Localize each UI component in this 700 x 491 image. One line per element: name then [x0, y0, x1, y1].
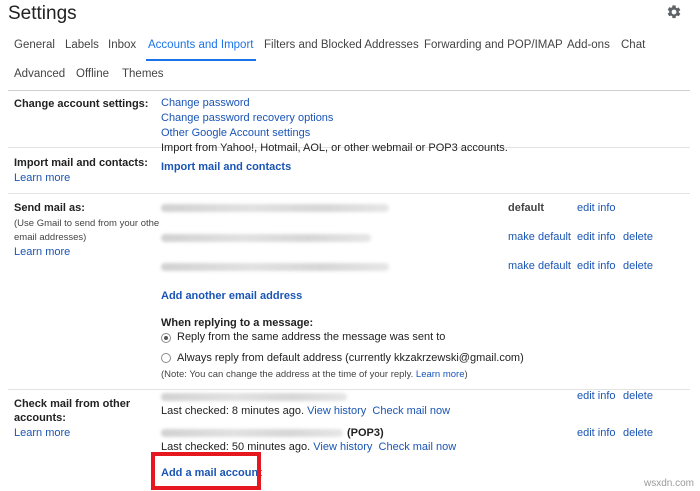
edit-info-link[interactable]: edit info [577, 231, 616, 243]
edit-info-link[interactable]: edit info [577, 390, 616, 402]
import-description: Import from Yahoo!, Hotmail, AOL, or oth… [161, 142, 508, 154]
edit-info-link[interactable]: edit info [577, 427, 616, 439]
reply-note: (Note: You can change the address at the… [161, 369, 468, 380]
view-history-link[interactable]: View history [307, 405, 366, 417]
reply-default-label: Always reply from default address (curre… [177, 352, 524, 364]
redacted-account [161, 393, 347, 401]
check-learn-more-link[interactable]: Learn more [14, 427, 70, 439]
change-password-link[interactable]: Change password [161, 97, 250, 109]
last-checked-text: Last checked: 8 minutes ago. [161, 405, 305, 417]
gear-icon[interactable] [666, 4, 682, 20]
delete-link[interactable]: delete [623, 260, 653, 272]
check-mail-now-link[interactable]: Check mail now [372, 405, 450, 417]
check-mail-now-link[interactable]: Check mail now [379, 441, 457, 453]
send-mail-note-2: email addresses) [14, 232, 87, 243]
import-mail-label: Import mail and contacts: [14, 157, 148, 169]
add-email-address-button[interactable]: Add another email address [161, 290, 302, 302]
edit-info-link[interactable]: edit info [577, 202, 616, 214]
check-mail-label-2: accounts: [14, 412, 66, 424]
pop3-label: (POP3) [347, 427, 384, 439]
delete-link[interactable]: delete [623, 427, 653, 439]
redacted-address [161, 263, 389, 271]
send-learn-more-link[interactable]: Learn more [14, 246, 70, 258]
make-default-link[interactable]: make default [508, 231, 571, 243]
tabs-divider [8, 90, 690, 91]
tab-inbox[interactable]: Inbox [108, 39, 136, 51]
tab-advanced[interactable]: Advanced [14, 68, 65, 80]
redacted-account [161, 429, 343, 437]
tab-chat[interactable]: Chat [621, 39, 645, 51]
reply-learn-more-link[interactable]: Learn more [416, 369, 465, 380]
reply-heading: When replying to a message: [161, 317, 314, 329]
redacted-address [161, 234, 371, 242]
reply-same-radio[interactable] [161, 333, 171, 343]
default-label: default [508, 202, 545, 214]
edit-info-link[interactable]: edit info [577, 260, 616, 272]
make-default-link[interactable]: make default [508, 260, 571, 272]
import-learn-more-link[interactable]: Learn more [14, 172, 70, 184]
send-mail-label: Send mail as: [14, 202, 85, 214]
reply-same-label: Reply from the same address the message … [177, 331, 446, 343]
send-mail-note: (Use Gmail to send from your othe [14, 218, 160, 229]
view-history-link[interactable]: View history [313, 441, 372, 453]
change-account-label: Change account settings: [14, 98, 149, 110]
active-tab-indicator [146, 59, 256, 61]
last-checked-1: Last checked: 8 minutes ago. View histor… [161, 405, 450, 417]
section-divider [8, 193, 690, 194]
other-google-settings-link[interactable]: Other Google Account settings [161, 127, 310, 139]
tab-labels[interactable]: Labels [65, 39, 99, 51]
page-title: Settings [8, 3, 77, 24]
import-mail-button[interactable]: Import mail and contacts [161, 161, 291, 173]
reply-note-end: ) [464, 369, 468, 380]
highlight-box [151, 452, 261, 490]
reply-default-radio[interactable] [161, 353, 171, 363]
watermark: wsxdn.com [643, 478, 694, 489]
tab-offline[interactable]: Offline [76, 68, 109, 80]
tab-forwarding[interactable]: Forwarding and POP/IMAP [424, 39, 563, 51]
reply-note-text: (Note: You can change the address at the… [161, 369, 416, 380]
tab-add-ons[interactable]: Add-ons [567, 39, 610, 51]
change-recovery-link[interactable]: Change password recovery options [161, 112, 333, 124]
tab-accounts-and-import[interactable]: Accounts and Import [148, 39, 253, 51]
redacted-address [161, 204, 389, 212]
delete-link[interactable]: delete [623, 231, 653, 243]
tab-general[interactable]: General [14, 39, 55, 51]
tab-filters[interactable]: Filters and Blocked Addresses [264, 39, 419, 51]
delete-link[interactable]: delete [623, 390, 653, 402]
check-mail-label: Check mail from other [14, 398, 131, 410]
tab-themes[interactable]: Themes [122, 68, 164, 80]
